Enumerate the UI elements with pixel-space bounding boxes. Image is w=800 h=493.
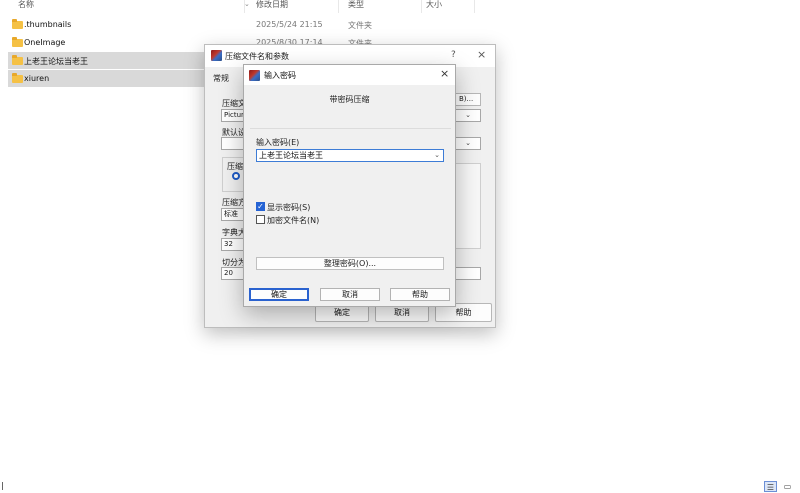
password-label: 输入密码(E): [256, 138, 300, 147]
sort-chevron-icon[interactable]: ⌄: [244, 0, 250, 8]
organize-passwords-button[interactable]: 整理密码(O)...: [256, 257, 444, 270]
column-size[interactable]: 大小: [423, 0, 475, 13]
winrar-icon: [211, 50, 222, 61]
chevron-down-icon[interactable]: ⌄: [434, 150, 440, 161]
options-panel: [455, 163, 481, 249]
archive-name-dropdown[interactable]: ⌄: [455, 109, 481, 122]
format-radio[interactable]: [232, 172, 240, 180]
cancel-button[interactable]: 取消: [320, 288, 380, 301]
password-dialog: 输入密码 × 带密码压缩 输入密码(E) 上老王论坛当老王 ⌄ ✓ 显示密码(S…: [243, 64, 456, 307]
dialog-titlebar[interactable]: 输入密码 ×: [244, 65, 455, 85]
close-icon[interactable]: ×: [477, 48, 486, 61]
chevron-down-icon: ⌄: [465, 111, 471, 119]
column-type[interactable]: 类型: [345, 0, 422, 13]
folder-icon: [12, 55, 23, 65]
column-header-bar: 名称 ⌄ 修改日期 类型 大小: [0, 0, 475, 13]
help-button[interactable]: 帮助: [390, 288, 450, 301]
browse-button[interactable]: B)...: [455, 93, 481, 106]
column-name[interactable]: 名称: [15, 0, 245, 13]
file-name: OneImage: [24, 38, 66, 47]
file-date: 2025/5/24 21:15: [256, 20, 323, 29]
details-view-icon[interactable]: ☰: [764, 481, 777, 492]
file-name: .thumbnails: [24, 20, 72, 29]
close-icon[interactable]: ×: [440, 67, 449, 80]
file-name: 上老王论坛当老王: [24, 57, 88, 66]
column-date[interactable]: 修改日期: [253, 0, 339, 13]
winrar-icon: [249, 70, 260, 81]
checkbox-checked-icon: ✓: [256, 202, 265, 211]
file-type: 文件夹: [348, 21, 372, 30]
status-bar-marker: [2, 482, 6, 490]
password-input[interactable]: 上老王论坛当老王 ⌄: [256, 149, 444, 162]
dialog-title: 输入密码: [264, 71, 296, 80]
tiles-view-icon[interactable]: ▭: [781, 481, 794, 492]
file-row[interactable]: .thumbnails 2025/5/24 21:15 文件夹: [8, 16, 473, 33]
dialog-title: 压缩文件名和参数: [225, 52, 289, 61]
divider: [250, 128, 451, 129]
tab-general[interactable]: 常规: [213, 73, 229, 84]
folder-icon: [12, 19, 23, 29]
dialog-heading: 带密码压缩: [329, 95, 370, 104]
encrypt-filenames-label: 加密文件名(N): [267, 216, 320, 225]
folder-icon: [12, 37, 23, 47]
ok-button[interactable]: 确定: [249, 288, 309, 301]
split-dropdown[interactable]: [455, 267, 481, 280]
folder-icon: [12, 73, 23, 83]
checkbox-unchecked-icon: [256, 215, 265, 224]
password-value: 上老王论坛当老王: [259, 151, 323, 160]
show-password-label: 显示密码(S): [267, 203, 311, 212]
help-icon[interactable]: ?: [451, 50, 456, 60]
file-name: xiuren: [24, 74, 50, 83]
chevron-down-icon: ⌄: [465, 139, 471, 147]
profile-dropdown[interactable]: ⌄: [455, 137, 481, 150]
